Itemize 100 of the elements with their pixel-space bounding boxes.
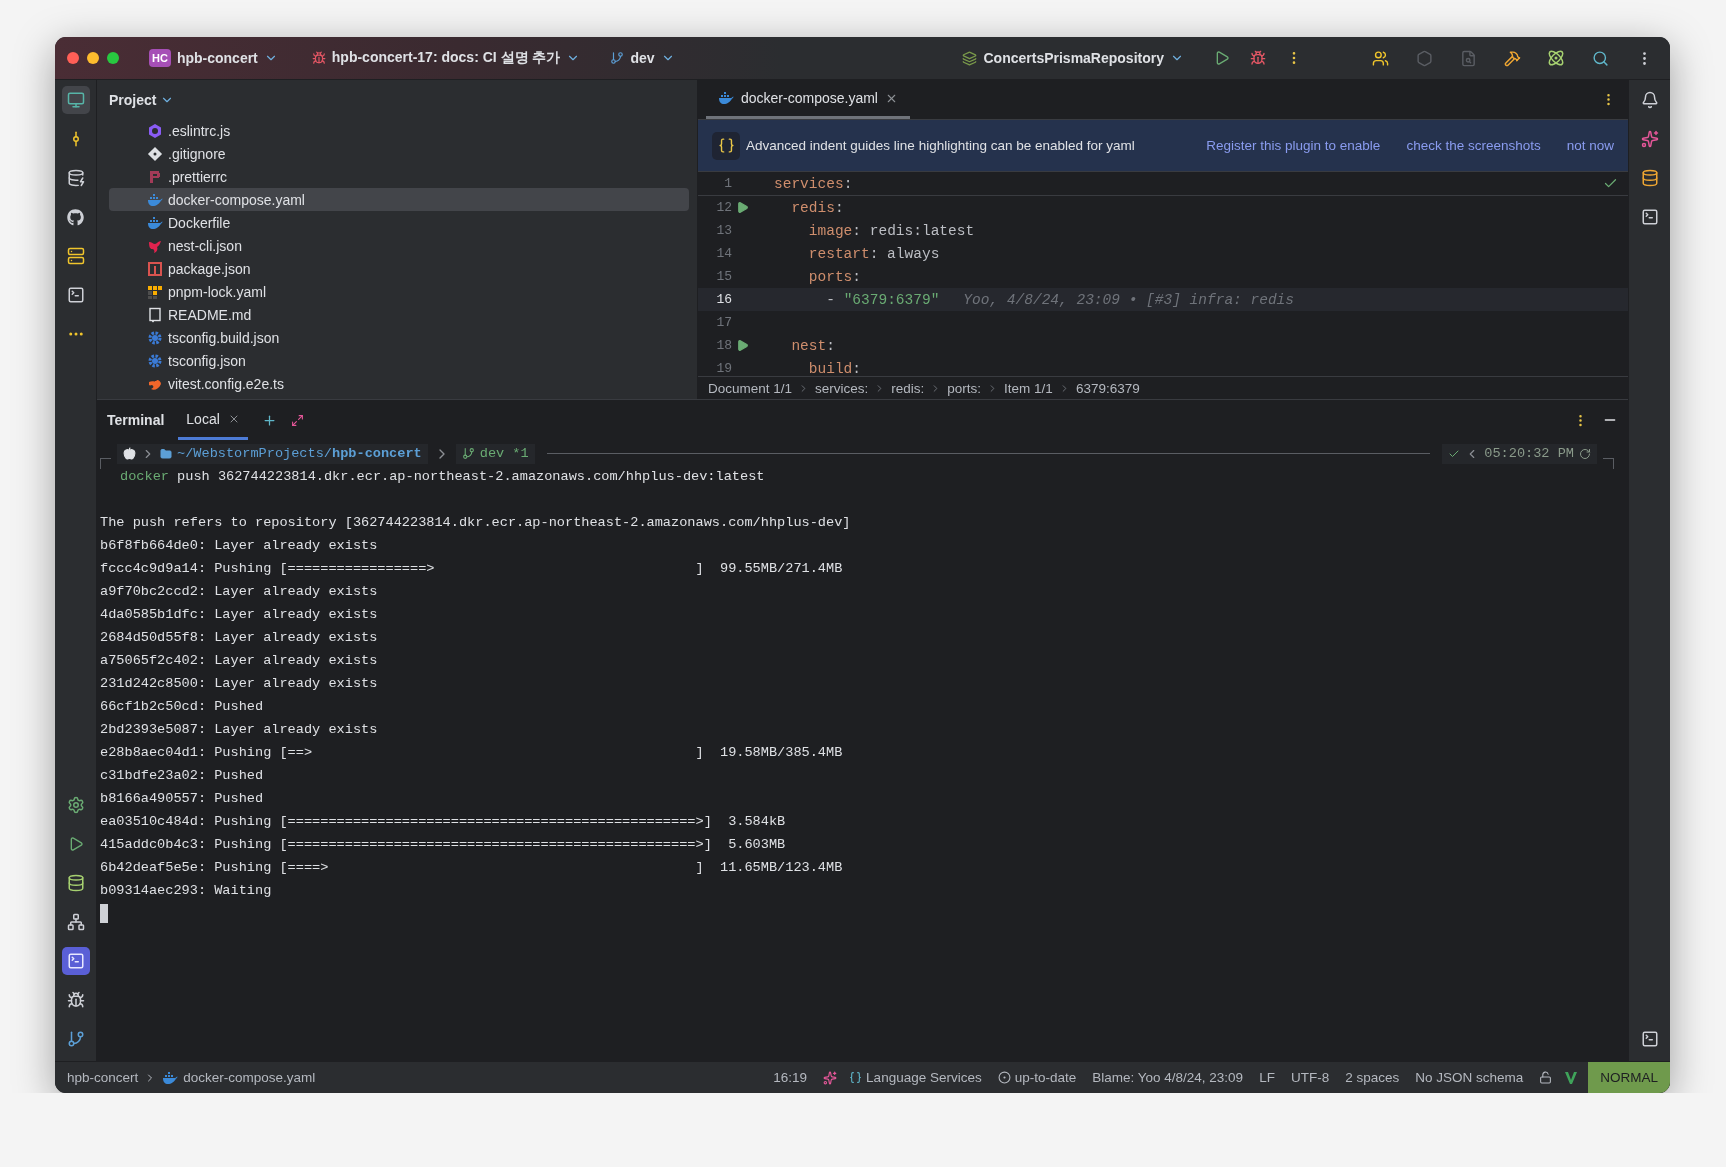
line-separator[interactable]: LF [1259, 1070, 1275, 1085]
file-tree-item[interactable]: .prettierrc [109, 165, 689, 188]
prompt-branch: dev *1 [479, 446, 529, 461]
layers-icon [962, 50, 978, 66]
terminal-line: 2684d50d55f8: Layer already exists [100, 630, 378, 645]
monitor-icon[interactable] [61, 86, 90, 114]
add-icon[interactable] [261, 412, 277, 428]
indent-setting[interactable]: 2 spaces [1345, 1070, 1400, 1085]
task-selector[interactable]: hpb-concert-17: docs: CI 설명 추가 [311, 49, 581, 67]
eslint-icon [147, 122, 163, 139]
breadcrumb[interactable]: Item 1/1 [1004, 380, 1053, 396]
terminal-line: 415addc0b4c3: Pushing [==================================================>] 5.603MB [100, 837, 786, 852]
expand-icon[interactable] [290, 413, 304, 427]
branch-selector[interactable]: dev [610, 50, 675, 66]
breadcrumb[interactable]: hpb-concert [67, 1070, 139, 1085]
terminal-line: b6f8fb664de0: Layer already exists [100, 538, 378, 553]
square-icon [147, 260, 163, 277]
code-line: services: [774, 175, 853, 192]
sparkle-icon[interactable] [823, 1070, 838, 1085]
line-number: 16 [715, 292, 732, 307]
run-configuration-selector[interactable]: ConcertsPrismaRepository [962, 50, 1184, 66]
text-cursor [100, 904, 108, 923]
vim-icon[interactable] [1564, 1070, 1579, 1085]
blame-annotation: Yoo, 4/8/24, 23:09 • [#3] infra: redis [963, 291, 1294, 308]
branch-icon [610, 51, 625, 65]
blocks-icon [147, 283, 163, 300]
braces-icon [712, 131, 740, 160]
line-number: 18 [715, 338, 732, 353]
banner-link[interactable]: Register this plugin to enable [1206, 138, 1381, 153]
terminal-icon[interactable] [61, 947, 90, 975]
terminal-line: ea03510c484d: Pushing [==================================================>] 3.584kB [100, 814, 786, 829]
book-icon [147, 306, 163, 323]
run-icon[interactable] [736, 339, 749, 352]
prompt-time: 05:20:32 PM [1484, 446, 1574, 461]
terminal-tab[interactable]: Local [178, 400, 248, 440]
file-tree-item[interactable]: package.json [109, 257, 689, 280]
refresh-icon [1579, 447, 1591, 460]
file-tree-item[interactable]: tsconfig.build.json [109, 326, 689, 349]
unlock-icon[interactable] [1539, 1071, 1553, 1084]
file-tree-item[interactable]: nest-cli.json [109, 234, 689, 257]
whale-icon [147, 192, 163, 207]
code-line: restart: always [807, 245, 940, 262]
file-tree-item[interactable]: .gitignore [109, 142, 689, 165]
terminal-line: a9f70bc2ccd2: Layer already exists [100, 584, 378, 599]
code-line: image: redis:latest [807, 222, 975, 239]
branch-icon [461, 447, 475, 460]
terminal-line: fccc4c9d9a14: Pushing [=================> ] 99.55MB/271.4MB [100, 561, 843, 576]
file-tree-item[interactable]: README.md [109, 303, 689, 326]
vcs-status[interactable]: up-to-date [1014, 1070, 1077, 1085]
whale-icon [718, 91, 734, 105]
file-tree-item[interactable]: pnpm-lock.yaml [109, 280, 689, 303]
minimize-window-button[interactable] [87, 52, 99, 64]
terminal-line: a75065f2c402: Layer already exists [100, 653, 378, 668]
terminal-line: 2bd2393e5087: Layer already exists [100, 722, 378, 737]
breadcrumb[interactable]: Document 1/1 [708, 380, 793, 396]
gear-icon [147, 352, 163, 369]
breadcrumb[interactable]: redis: [891, 380, 925, 396]
file-tree-item[interactable]: Dockerfile [109, 211, 689, 234]
folder-icon [160, 447, 172, 460]
line-number: 1 [723, 176, 732, 191]
close-window-button[interactable] [67, 52, 79, 64]
line-number: 17 [715, 315, 732, 330]
blame-status[interactable]: Blame: Yoo 4/8/24, 23:09 [1092, 1070, 1244, 1085]
p-letter-icon [147, 168, 163, 185]
run-icon[interactable] [736, 201, 749, 214]
terminal-line: 4da0585b1dfc: Layer already exists [100, 607, 378, 622]
json-schema[interactable]: No JSON schema [1415, 1070, 1524, 1085]
breadcrumb[interactable]: ports: [947, 380, 982, 396]
line-number: 13 [715, 223, 732, 238]
line-number: 12 [715, 200, 732, 215]
breadcrumb[interactable]: 6379:6379 [1075, 380, 1140, 396]
terminal-line: 6b42deaf5e5e: Pushing [====> ] 11.65MB/123.4MB [100, 860, 843, 875]
line-number: 14 [715, 246, 732, 261]
file-tree-item[interactable]: vitest.config.e2e.ts [109, 372, 689, 395]
banner-link[interactable]: not now [1566, 138, 1614, 153]
file-tree-item[interactable]: tsconfig.json [109, 349, 689, 372]
whale-icon [162, 1070, 179, 1085]
banner-link[interactable]: check the screenshots [1406, 138, 1541, 153]
zoom-window-button[interactable] [107, 52, 119, 64]
language-services[interactable]: Language Services [866, 1070, 982, 1085]
encoding[interactable]: UTF-8 [1290, 1070, 1330, 1085]
terminal-line: The push refers to repository [362744223814.dkr.ecr.ap-northeast-2.amazonaws.com/hhplus-dev] [100, 515, 851, 530]
project-selector[interactable]: HC hpb-concert [149, 49, 278, 67]
terminal-command-args: push 362744223814.dkr.ecr.ap-northeast-2.amazonaws.com/hhplus-dev:latest [177, 469, 765, 484]
panel-title[interactable]: Project [109, 91, 157, 108]
breadcrumb[interactable]: docker-compose.yaml [183, 1070, 316, 1085]
breadcrumb[interactable]: services: [815, 380, 869, 396]
cursor-position[interactable]: 16:19 [773, 1070, 808, 1085]
line-number: 15 [715, 269, 732, 284]
gear-icon [147, 329, 163, 346]
code-line: - "6379:6379" [825, 291, 940, 308]
vim-mode[interactable]: NORMAL [1588, 1062, 1670, 1093]
line-number: 19 [715, 361, 732, 376]
panel-title: Terminal [107, 411, 165, 430]
bug-icon [311, 51, 326, 65]
prompt-path: ~/WebstormProjects/hpb-concert [177, 446, 422, 461]
terminal-command: docker [120, 469, 169, 484]
code-line: redis: [790, 199, 844, 216]
file-tree-item[interactable]: docker-compose.yaml [109, 188, 689, 211]
file-tree-item[interactable]: .eslintrc.js [109, 119, 689, 142]
